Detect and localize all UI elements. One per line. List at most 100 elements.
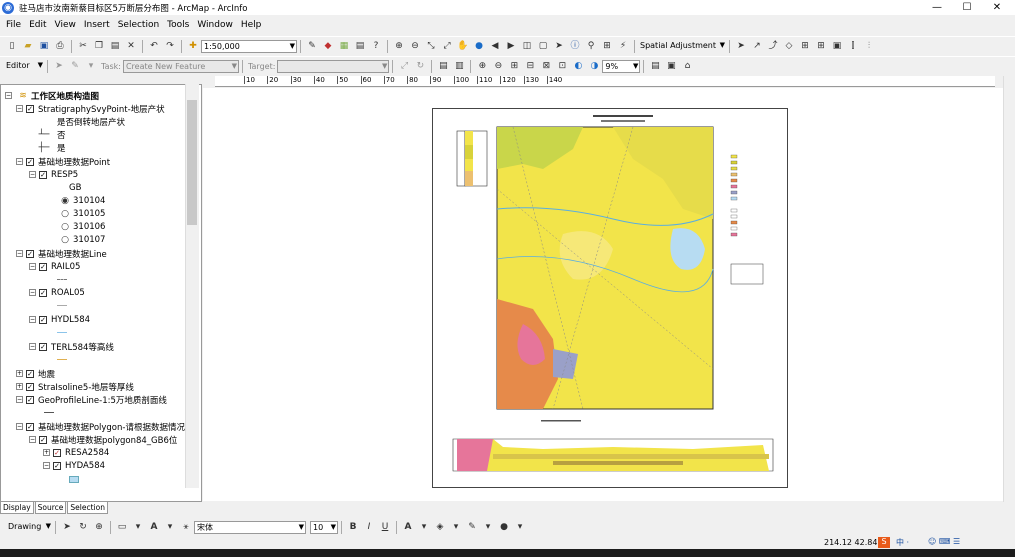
layer-checkbox[interactable]: ✓ <box>26 422 34 431</box>
layout-back-icon[interactable]: ◐ <box>572 60 584 72</box>
marker-color-dropdown-icon[interactable]: ▾ <box>514 521 526 533</box>
attribute-transfer-icon[interactable]: ⫶ <box>863 40 875 52</box>
toc-layer-geoprofile[interactable]: − ✓ GeoProfileLine-1:5万地质剖面线 <box>16 393 167 406</box>
text-dropdown-icon[interactable]: ▾ <box>164 521 176 533</box>
toc-layer-hydl584[interactable]: − ✓ HYDL584 <box>29 313 90 326</box>
menu-window[interactable]: Window <box>197 20 233 30</box>
editor-toolbar-icon[interactable]: ✎ <box>306 40 318 52</box>
identity-link-icon[interactable]: ⊞ <box>799 40 811 52</box>
ime-toolbar-icons[interactable]: ☺ ⌨ ☰ <box>928 537 960 546</box>
maximize-button[interactable]: ☐ <box>952 0 982 15</box>
multi-displacement-icon[interactable]: ◇ <box>783 40 795 52</box>
menu-edit[interactable]: Edit <box>29 20 46 30</box>
layer-checkbox[interactable]: ✓ <box>26 249 34 258</box>
attributes-icon[interactable]: ▤ <box>437 60 449 72</box>
toc-layer-stratigraphy[interactable]: − ✓ StratigraphySvyPoint-地层产状 <box>16 102 165 115</box>
layer-checkbox[interactable]: ✓ <box>39 262 47 271</box>
layer-checkbox[interactable]: ✓ <box>26 382 34 391</box>
line-color-dropdown-icon[interactable]: ▾ <box>482 521 494 533</box>
layer-checkbox[interactable]: ✓ <box>39 435 47 444</box>
new-document-icon[interactable]: ▯ <box>6 40 18 52</box>
collapse-icon[interactable]: − <box>29 343 36 350</box>
font-color-dropdown-icon[interactable]: ▾ <box>418 521 430 533</box>
edge-match-icon[interactable]: ⫿ <box>847 40 859 52</box>
arctoolbox-icon[interactable]: ◆ <box>322 40 334 52</box>
layout-zoom-dropdown[interactable]: 9% ▼ <box>602 59 641 73</box>
cut-icon[interactable]: ✂ <box>77 40 89 52</box>
toc-layer-resa2584[interactable]: + ✓ RESA2584 <box>43 446 109 459</box>
whats-this-icon[interactable]: ? <box>370 40 382 52</box>
adjust-select-icon[interactable]: ➤ <box>735 40 747 52</box>
layout-horizontal-scrollbar[interactable] <box>203 504 1003 516</box>
edit-vertices-icon[interactable]: ⚹ <box>180 521 192 533</box>
pan-icon[interactable]: ✋ <box>457 40 469 52</box>
toc-layer-polygon[interactable]: − ✓ 基础地理数据Polygon-请根据数据情况 <box>16 420 185 433</box>
fixed-zoom-out-icon[interactable]: ⤢ <box>441 40 453 52</box>
tab-selection[interactable]: Selection <box>67 502 108 514</box>
rectangle-tool-icon[interactable]: ▭ <box>116 521 128 533</box>
toc-layer-resp5[interactable]: − ✓ RESP5 <box>29 168 78 181</box>
toggle-draft-mode-icon[interactable]: ▤ <box>649 60 661 72</box>
toc-layer-line[interactable]: − ✓ 基础地理数据Line <box>16 247 107 260</box>
toc-row-root[interactable]: − ≋ 工作区地质构造图 <box>5 89 99 102</box>
sketch-dropdown-icon[interactable]: ▾ <box>85 60 97 72</box>
area-adjust-icon[interactable]: ⊞ <box>815 40 827 52</box>
zoom-element-icon[interactable]: ⊕ <box>93 521 105 533</box>
paste-icon[interactable]: ▤ <box>109 40 121 52</box>
toc-scroll-thumb[interactable] <box>187 100 197 225</box>
font-dropdown[interactable]: 宋体 ▼ <box>194 520 306 534</box>
collapse-icon[interactable]: − <box>29 263 36 270</box>
toc-layer-rail05[interactable]: − ✓ RAIL05 <box>29 260 80 273</box>
marker-color-icon[interactable]: ● <box>498 521 510 533</box>
modify-link-icon[interactable]: ⤴ <box>767 40 779 52</box>
collapse-icon[interactable]: − <box>29 171 36 178</box>
tab-source[interactable]: Source <box>34 502 67 514</box>
zoom-100-icon[interactable]: ⊠ <box>540 60 552 72</box>
new-displacement-link-icon[interactable]: ↗ <box>751 40 763 52</box>
back-extent-icon[interactable]: ◀ <box>489 40 501 52</box>
layout-zoom-out-icon[interactable]: ⊖ <box>492 60 504 72</box>
undo-icon[interactable]: ↶ <box>148 40 160 52</box>
toc-layer-hyda584[interactable]: − ✓ HYDA584 <box>43 459 105 472</box>
measure-icon[interactable]: ⊞ <box>601 40 613 52</box>
task-dropdown[interactable]: Create New Feature ▼ <box>122 59 239 73</box>
collapse-icon[interactable]: − <box>16 396 23 403</box>
italic-button[interactable]: I <box>363 521 375 533</box>
rotate-tool-icon[interactable]: ↻ <box>414 60 426 72</box>
identify-icon[interactable]: ⓘ <box>569 40 581 52</box>
find-icon[interactable]: ⚲ <box>585 40 597 52</box>
sketch-tool-icon[interactable]: ✎ <box>69 60 81 72</box>
add-data-icon[interactable]: ✚ <box>187 40 199 52</box>
scale-dropdown[interactable]: 1:50,000 ▼ <box>201 39 297 53</box>
collapse-icon[interactable]: − <box>43 462 50 469</box>
toc-layer-polygon84[interactable]: − ✓ 基础地理数据polygon84_GB6位 <box>29 433 177 446</box>
bold-button[interactable]: B <box>347 521 359 533</box>
menu-help[interactable]: Help <box>241 20 262 30</box>
expand-icon[interactable]: + <box>43 449 50 456</box>
rectangle-dropdown-icon[interactable]: ▾ <box>132 521 144 533</box>
menu-selection[interactable]: Selection <box>118 20 159 30</box>
toc-layer-earthquake[interactable]: + ✓ 地震 <box>16 367 55 380</box>
change-layout-icon[interactable]: ⌂ <box>681 60 693 72</box>
print-icon[interactable]: ⎙ <box>54 40 66 52</box>
view-link-table-icon[interactable]: ▣ <box>831 40 843 52</box>
layer-checkbox[interactable]: ✓ <box>53 461 61 470</box>
collapse-icon[interactable]: − <box>16 105 23 112</box>
menu-tools[interactable]: Tools <box>167 20 189 30</box>
rotate-element-icon[interactable]: ↻ <box>77 521 89 533</box>
expand-icon[interactable]: + <box>16 383 23 390</box>
layer-checkbox[interactable]: ✓ <box>26 395 34 404</box>
underline-button[interactable]: U <box>379 521 391 533</box>
layer-checkbox[interactable]: ✓ <box>39 315 47 324</box>
target-dropdown[interactable]: ▼ <box>277 59 390 73</box>
toc-layer-roal05[interactable]: − ✓ ROAL05 <box>29 286 85 299</box>
font-color-icon[interactable]: A <box>402 521 414 533</box>
close-button[interactable]: ✕ <box>982 0 1012 15</box>
ime-status[interactable]: 中 · <box>896 537 909 548</box>
toc-layer-point[interactable]: − ✓ 基础地理数据Point <box>16 155 110 168</box>
editor-menu[interactable]: Editor ▼ <box>4 60 44 73</box>
save-icon[interactable]: ▣ <box>38 40 50 52</box>
hyperlink-icon[interactable]: ⚡ <box>617 40 629 52</box>
menu-file[interactable]: File <box>6 20 21 30</box>
layer-checkbox[interactable]: ✓ <box>26 157 34 166</box>
